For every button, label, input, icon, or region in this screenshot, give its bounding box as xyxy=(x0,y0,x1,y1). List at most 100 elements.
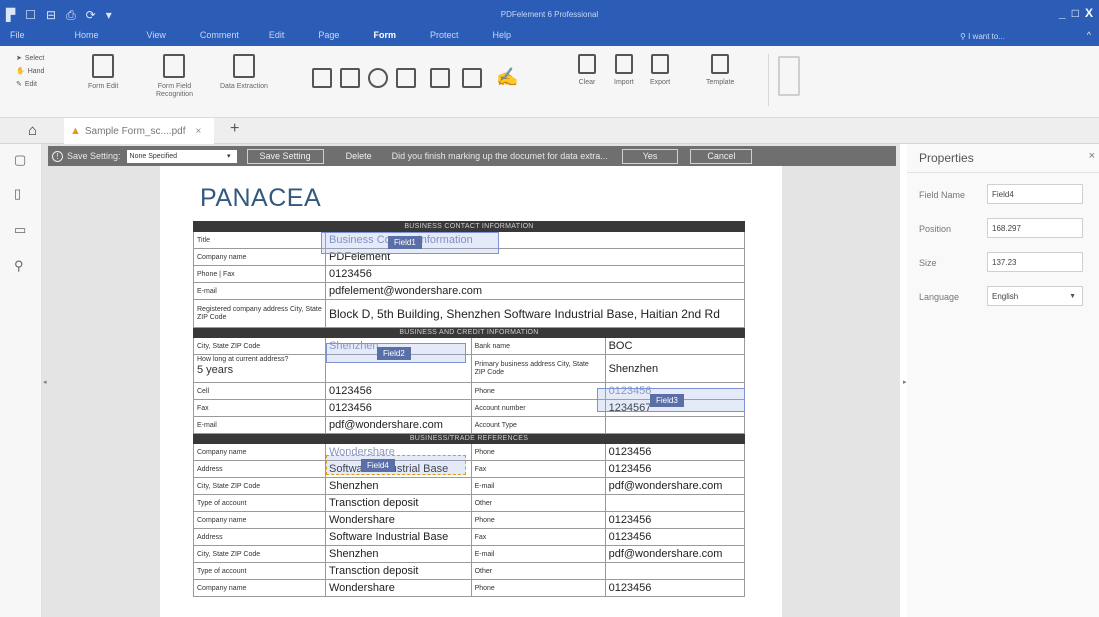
position-input[interactable]: 168.297 xyxy=(987,218,1083,238)
table-row: Type of account Transction deposit Other xyxy=(193,562,746,580)
cell-label: Phone xyxy=(470,382,606,400)
collapse-right-panel-icon[interactable]: ▸ xyxy=(903,378,907,386)
export-button[interactable]: Export xyxy=(650,54,670,87)
cell-label: Fax xyxy=(193,399,326,417)
field-tag: Field4 xyxy=(361,459,395,472)
template-button[interactable]: Template xyxy=(706,54,734,87)
minimize-button[interactable]: _ xyxy=(1059,6,1066,20)
select-tool[interactable]: ➤ Select xyxy=(16,52,44,65)
form-field-recognition-button[interactable]: Form Field Recognition xyxy=(156,54,193,99)
hand-tool[interactable]: ✋ Hand xyxy=(16,65,44,78)
chevron-down-icon: ▼ xyxy=(1069,292,1076,300)
close-button[interactable]: X xyxy=(1085,6,1093,20)
menu-edit[interactable]: Edit xyxy=(269,30,319,40)
cell-label: City, State ZIP Code xyxy=(193,477,326,495)
comment-icon[interactable]: ▭ xyxy=(14,222,28,237)
add-tab-icon[interactable]: + xyxy=(230,120,239,138)
menu-page[interactable]: Page xyxy=(318,30,373,40)
signature-field-icon[interactable]: ✍ xyxy=(496,68,518,88)
search-icon[interactable]: ⚲ xyxy=(14,258,28,273)
cell-label: How long at current address? 5 years xyxy=(193,354,326,383)
yes-button[interactable]: Yes xyxy=(621,148,679,164)
tell-me-search[interactable]: ⚲ I want to... xyxy=(960,32,1005,41)
import-icon xyxy=(614,54,633,74)
cell-label: Company name xyxy=(193,443,326,461)
cell-value xyxy=(604,562,746,580)
close-tab-icon[interactable]: × xyxy=(195,126,201,137)
combo-box-icon[interactable] xyxy=(396,68,416,88)
import-label: Import xyxy=(614,79,634,86)
close-panel-icon[interactable]: × xyxy=(1089,150,1095,162)
template-icon xyxy=(711,54,730,74)
ribbon-divider xyxy=(768,54,769,106)
menu-file[interactable]: File xyxy=(10,30,75,40)
cell-value xyxy=(604,416,746,434)
title-bar: ▛ ☐ ⊟ ⎙ ⟳ ▾ PDFelement 6 Professional _ … xyxy=(0,0,1099,46)
cell-value: Wondershare xyxy=(325,579,472,597)
import-button[interactable]: Import xyxy=(614,54,634,87)
tab-sample-form[interactable]: ▲ Sample Form_sc....pdf × xyxy=(64,118,214,144)
cell-label: Fax xyxy=(470,460,606,478)
cell-value xyxy=(604,494,746,512)
edit-tool[interactable]: ✎ Edit xyxy=(16,78,44,91)
home-icon[interactable]: ⌂ xyxy=(28,122,37,139)
data-extraction-button[interactable]: Data Extraction xyxy=(220,54,268,91)
collapse-left-panel-icon[interactable]: ◂ xyxy=(43,378,47,386)
language-select[interactable]: English ▼ xyxy=(987,286,1083,306)
field-name-input[interactable]: Field4 xyxy=(987,184,1083,204)
radio-button-icon[interactable] xyxy=(368,68,388,88)
cell-value: Shenzhen xyxy=(604,354,746,383)
delete-button[interactable]: Delete xyxy=(334,149,384,164)
cell-label: Account Type xyxy=(470,416,606,434)
extraction-field-2[interactable]: Field2 xyxy=(326,343,466,363)
left-sidebar: ▢ ▯ ▭ ⚲ xyxy=(0,144,42,617)
menu-view[interactable]: View xyxy=(147,30,200,40)
menu-home[interactable]: Home xyxy=(75,30,147,40)
save-setting-value: None Specified xyxy=(129,152,178,160)
warning-icon: ▲ xyxy=(70,125,81,137)
cell-value: Transction deposit xyxy=(325,562,472,580)
table-row: How long at current address? 5 years Prima… xyxy=(193,354,746,383)
cell-label: Phone xyxy=(470,511,606,529)
eraser-icon xyxy=(578,54,596,74)
cell-value: Wondershare xyxy=(325,511,472,529)
list-box-icon[interactable] xyxy=(430,68,450,88)
section-header-references: BUSINESS/TRADE REFERENCES xyxy=(193,433,745,444)
save-setting-label: Save Setting: xyxy=(67,151,121,161)
save-setting-button[interactable]: Save Setting xyxy=(246,148,324,164)
menu-protect[interactable]: Protect xyxy=(430,30,493,40)
section-header-credit: BUSINESS AND CREDIT INFORMATION xyxy=(193,327,745,338)
window-controls: _ □ X xyxy=(1059,6,1093,20)
maximize-button[interactable]: □ xyxy=(1072,6,1079,20)
extraction-field-4[interactable]: Field4 xyxy=(326,455,466,475)
pdf-page: PANACEA BUSINESS CONTACT INFORMATION Tit… xyxy=(160,166,782,617)
save-setting-select[interactable]: None Specified ▾ xyxy=(126,149,237,163)
form-edit-button[interactable]: Form Edit xyxy=(88,54,118,91)
cell-value: pdf@wondershare.com xyxy=(325,416,472,434)
menu-form[interactable]: Form xyxy=(373,30,430,40)
extraction-field-3[interactable]: Field3 xyxy=(597,388,745,412)
collapse-ribbon-button[interactable]: ^ xyxy=(1087,30,1091,40)
button-field-icon[interactable] xyxy=(462,68,482,88)
size-input[interactable]: 137.23 xyxy=(987,252,1083,272)
cell-label: Bank name xyxy=(470,337,606,355)
thumbnails-icon[interactable]: ▢ xyxy=(14,152,28,167)
disabled-tool-icon xyxy=(778,56,800,96)
text-field-icon[interactable] xyxy=(312,68,332,88)
label-value: 5 years xyxy=(197,364,234,376)
menu-comment[interactable]: Comment xyxy=(200,30,269,40)
checkbox-icon[interactable] xyxy=(340,68,360,88)
extraction-field-1[interactable]: Field1 xyxy=(321,232,499,254)
cell-label: Address xyxy=(193,460,326,478)
clear-button[interactable]: Clear xyxy=(578,54,596,87)
size-label: Size xyxy=(919,258,937,268)
extraction-message: Did you finish marking up the documet fo… xyxy=(391,151,608,161)
cell-value: 0123456 xyxy=(325,265,745,283)
menu-help[interactable]: Help xyxy=(492,30,529,40)
cell-label: Type of account xyxy=(193,562,326,580)
cell-value: 0123456 xyxy=(325,399,472,417)
table-row: City, State ZIP Code Shenzhen E-mail pdf@wo… xyxy=(193,477,746,495)
cancel-button[interactable]: Cancel xyxy=(690,148,753,164)
bookmark-icon[interactable]: ▯ xyxy=(14,186,28,201)
form-field-label: Form Field xyxy=(157,83,192,90)
